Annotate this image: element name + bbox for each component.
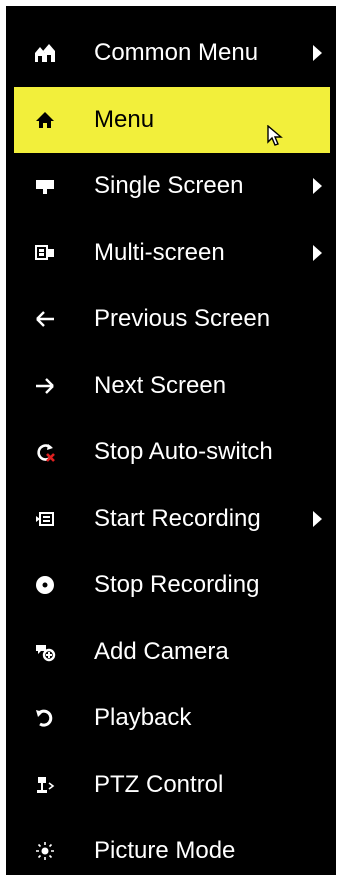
submenu-arrow-icon [313,178,322,195]
menu-item-label: Start Recording [94,504,261,532]
menu-item-playback[interactable]: Playback [14,685,330,752]
stop-auto-switch-icon [34,441,56,463]
start-recording-icon [34,508,56,530]
home-icon [34,109,56,131]
menu-item-add-camera[interactable]: Add Camera [14,619,330,686]
submenu-arrow-icon [313,45,322,62]
menu-item-menu[interactable]: Menu [14,86,330,153]
double-house-icon [34,42,56,64]
menu-item-label: Next Screen [94,371,227,399]
monitor-icon [34,175,56,197]
menu-item-label: Multi-screen [94,238,225,266]
mouse-cursor-icon [267,124,283,146]
menu-item-ptz-control[interactable]: PTZ Control [14,752,330,819]
submenu-arrow-icon [313,510,322,527]
add-camera-icon [34,641,56,663]
menu-item-picture-mode[interactable]: Picture Mode [14,818,330,885]
menu-item-label: Single Screen [94,172,244,200]
menu-item-stop-recording[interactable]: Stop Recording [14,552,330,619]
picture-mode-icon [34,840,56,862]
arrow-right-icon [34,375,56,397]
playback-icon [34,707,56,729]
menu-item-multi-screen[interactable]: Multi-screen [14,220,330,287]
submenu-arrow-icon [313,244,322,261]
multi-screen-icon [34,242,56,264]
menu-item-stop-auto-switch[interactable]: Stop Auto-switch [14,419,330,486]
menu-item-start-recording[interactable]: Start Recording [14,486,330,553]
ptz-control-icon [34,774,56,796]
menu-item-label: Add Camera [94,637,229,665]
menu-item-label: Picture Mode [94,837,236,865]
menu-item-label: PTZ Control [94,770,224,798]
menu-item-common-menu[interactable]: Common Menu [14,20,330,87]
menu-item-next-screen[interactable]: Next Screen [14,353,330,420]
context-menu: Common Menu Menu Single Screen Multi-scr… [6,6,336,875]
arrow-left-icon [34,308,56,330]
menu-item-label: Stop Recording [94,571,260,599]
menu-item-label: Menu [94,105,155,133]
menu-item-label: Previous Screen [94,305,271,333]
menu-item-label: Common Menu [94,39,259,67]
menu-item-previous-screen[interactable]: Previous Screen [14,286,330,353]
menu-item-single-screen[interactable]: Single Screen [14,153,330,220]
menu-item-label: Stop Auto-switch [94,438,273,466]
menu-item-label: Playback [94,704,192,732]
stop-recording-icon [34,574,56,596]
